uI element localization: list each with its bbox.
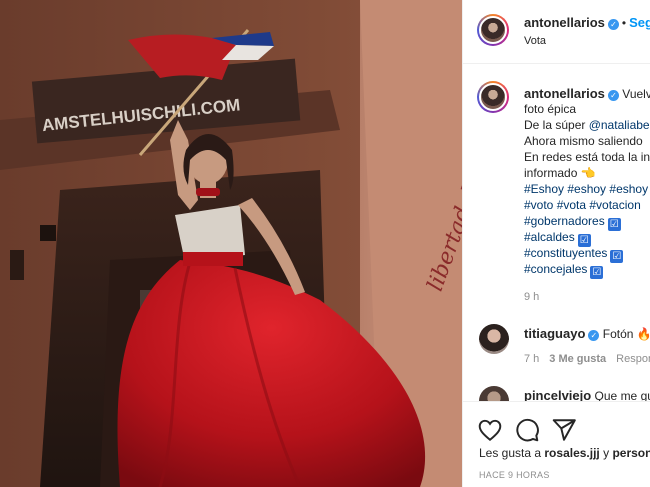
post-location[interactable]: Vota bbox=[524, 35, 546, 47]
reply-button[interactable]: Respon bbox=[616, 353, 650, 365]
comment-username[interactable]: titiaguayo bbox=[524, 326, 585, 341]
comment-likes[interactable]: 3 Me gusta bbox=[549, 353, 606, 365]
hashtag-link[interactable]: #constituyentes bbox=[524, 246, 607, 260]
caption-time[interactable]: 9 h bbox=[524, 291, 539, 303]
caption-mention[interactable]: @nataliabe bbox=[589, 118, 650, 132]
author-avatar[interactable] bbox=[477, 14, 509, 46]
caption-hashtags[interactable]: #voto #vota #votacion bbox=[524, 198, 641, 212]
commenter-avatar[interactable] bbox=[479, 386, 509, 401]
likes-summary: Les gusta a rosales.jjj y person bbox=[479, 446, 650, 460]
post-header: antonellarios✓•Seguir Vota bbox=[463, 0, 650, 64]
hashtag-link[interactable]: #alcaldes bbox=[524, 230, 575, 244]
likes-prefix: Les gusta a bbox=[479, 446, 545, 460]
comment-text: Fotón 🔥 bbox=[602, 327, 650, 341]
checkbox-emoji: ☑ bbox=[590, 266, 604, 279]
post-timestamp[interactable]: HACE 9 HORAS bbox=[479, 470, 550, 480]
separator-dot: • bbox=[621, 16, 627, 30]
caption-text: Vuelvo bbox=[622, 87, 650, 101]
post-sidebar: antonellarios✓•Seguir Vota antonellarios… bbox=[462, 0, 650, 487]
verified-icon: ✓ bbox=[607, 19, 619, 30]
likes-others[interactable]: person bbox=[612, 446, 650, 460]
caption-hashtags[interactable]: #Eshoy #eshoy #eshoy bbox=[524, 182, 648, 196]
verified-icon: ✓ bbox=[607, 90, 619, 101]
comment-time[interactable]: 7 h bbox=[524, 353, 539, 365]
caption-username[interactable]: antonellarios bbox=[524, 86, 605, 101]
caption-line: Ahora mismo saliendo bbox=[524, 134, 643, 148]
comment-username[interactable]: pincelviejo bbox=[524, 388, 591, 401]
comment-icon[interactable] bbox=[514, 417, 540, 443]
heart-icon[interactable] bbox=[477, 417, 503, 443]
caption-line: De la súper bbox=[524, 118, 589, 132]
author-username[interactable]: antonellarios bbox=[524, 15, 605, 30]
photo-illustration: AMSTELHUISCHILI.COM libertad de bbox=[0, 0, 462, 487]
follow-button[interactable]: Seguir bbox=[629, 15, 650, 30]
comment-text: Que me gu bbox=[594, 389, 650, 401]
comments-section: antonellarios✓ Vuelvo foto épica De la s… bbox=[463, 64, 650, 401]
caption-line: En redes está toda la in bbox=[524, 150, 650, 164]
liked-by-user[interactable]: rosales.jjj bbox=[544, 446, 599, 460]
verified-icon: ✓ bbox=[588, 330, 600, 341]
caption-line: foto épica bbox=[524, 102, 577, 116]
likes-suffix: y bbox=[599, 446, 613, 460]
hashtag-link[interactable]: #gobernadores bbox=[524, 214, 605, 228]
post-photo[interactable]: AMSTELHUISCHILI.COM libertad de bbox=[0, 0, 462, 487]
share-icon[interactable] bbox=[551, 417, 577, 443]
commenter-avatar[interactable] bbox=[479, 324, 509, 354]
checkbox-emoji: ☑ bbox=[610, 250, 624, 263]
caption-avatar[interactable] bbox=[477, 81, 509, 113]
caption-line: informado 👈 bbox=[524, 166, 596, 180]
checkbox-emoji: ☑ bbox=[607, 218, 621, 231]
hashtag-link[interactable]: #concejales bbox=[524, 262, 587, 276]
